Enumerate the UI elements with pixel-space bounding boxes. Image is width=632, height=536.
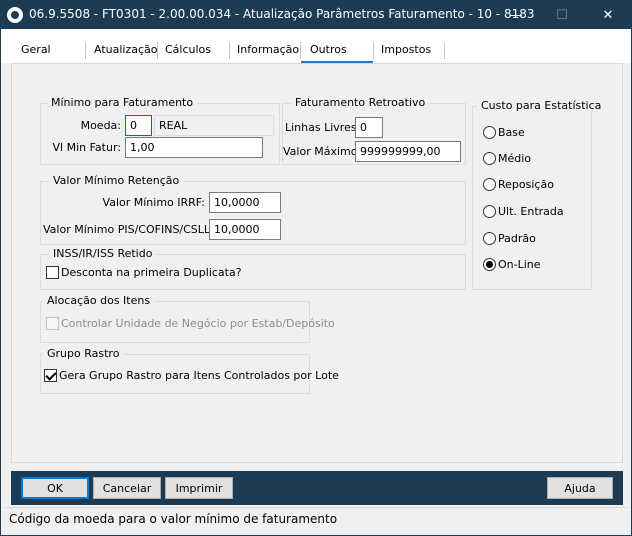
minimize-button[interactable]: —	[493, 1, 539, 29]
vl-min-fatur-input[interactable]: 1,00	[125, 137, 263, 158]
controlar-unidade-label: Controlar Unidade de Negócio por Estab/D…	[61, 317, 335, 330]
button-bar: OK Cancelar Imprimir Ajuda	[11, 471, 623, 505]
tab-separator	[444, 42, 445, 59]
tab-content-outros: Mínimo para Faturamento Moeda: 0 REAL Vl…	[11, 63, 623, 463]
linhas-livres-input[interactable]: 0	[355, 117, 383, 138]
radio-label-reposicao: Reposição	[498, 178, 554, 191]
ok-button[interactable]: OK	[21, 477, 89, 499]
group-grupo-rastro: Grupo Rastro Gera Grupo Rastro para Iten…	[40, 347, 339, 394]
vl-min-fatur-label: Vl Min Fatur:	[52, 141, 121, 154]
irrf-label: Valor Mínimo IRRF:	[102, 196, 205, 209]
radio-label-on-line: On-Line	[498, 258, 541, 271]
group-valor-minimo-retencao: Valor Mínimo Retenção Valor Mínimo IRRF:…	[40, 174, 466, 245]
radio-ult-entrada[interactable]	[483, 205, 496, 218]
tab-outros[interactable]: Outros	[310, 43, 347, 61]
group-alocacao-itens: Alocação dos Itens Controlar Unidade de …	[40, 294, 335, 343]
tab-separator	[229, 42, 230, 59]
tab-separator	[300, 42, 301, 59]
pis-cofins-csll-label: Valor Mínimo PIS/COFINS/CSLL:	[43, 223, 214, 236]
group-title: Valor Mínimo Retenção	[49, 174, 184, 187]
status-bar: Código da moeda para o valor mínimo de f…	[5, 507, 627, 531]
imprimir-button[interactable]: Imprimir	[165, 477, 233, 499]
group-title: Mínimo para Faturamento	[47, 96, 198, 109]
cancelar-button[interactable]: Cancelar	[93, 477, 161, 499]
controlar-unidade-checkbox[interactable]	[46, 317, 59, 330]
ajuda-button[interactable]: Ajuda	[547, 477, 613, 499]
radio-label-medio: Médio	[498, 152, 532, 165]
group-faturamento-retroativo: Faturamento Retroativo Linhas Livres: 0 …	[282, 96, 466, 165]
tab-impostos[interactable]: Impostos	[381, 43, 431, 61]
valor-maximo-label: Valor Máximo:	[283, 145, 362, 158]
tab-bar: Geral Atualização Cálculos Informação Ou…	[1, 29, 631, 63]
radio-base[interactable]	[483, 126, 496, 139]
tab-geral[interactable]: Geral	[21, 43, 51, 61]
radio-reposicao[interactable]	[483, 178, 496, 191]
main-window: 06.9.5508 - FT0301 - 2.00.00.034 - Atual…	[0, 0, 632, 536]
group-title: Grupo Rastro	[43, 347, 124, 360]
group-title: Alocação dos Itens	[43, 294, 155, 307]
moeda-input[interactable]: 0	[125, 115, 152, 136]
moeda-label: Moeda:	[80, 119, 121, 132]
irrf-input[interactable]: 10,0000	[209, 192, 281, 213]
group-custo-estatistica: Custo para Estatística Base Médio Reposi…	[472, 99, 606, 290]
moeda-description: REAL	[154, 115, 274, 136]
radio-on-line[interactable]	[483, 258, 496, 271]
gera-grupo-rastro-checkbox[interactable]	[44, 369, 57, 382]
group-inss-ir-iss: INSS/IR/ISS Retido Desconta na primeira …	[40, 247, 466, 290]
radio-label-base: Base	[498, 126, 525, 139]
radio-label-ult-entrada: Ult. Entrada	[498, 205, 564, 218]
valor-maximo-input[interactable]: 999999999,00	[355, 141, 461, 162]
tab-atualizacao[interactable]: Atualização	[94, 43, 158, 61]
close-button[interactable]: ✕	[585, 1, 631, 29]
group-title: INSS/IR/ISS Retido	[49, 247, 157, 260]
group-title: Custo para Estatística	[477, 99, 606, 112]
tab-separator	[157, 42, 158, 59]
tab-separator	[85, 42, 86, 59]
desconta-duplicata-checkbox[interactable]	[46, 266, 59, 279]
group-title: Faturamento Retroativo	[291, 96, 430, 109]
linhas-livres-label: Linhas Livres:	[285, 121, 361, 134]
tab-informacao[interactable]: Informação	[237, 43, 299, 61]
radio-label-padrao: Padrão	[498, 232, 536, 245]
tab-calculos[interactable]: Cálculos	[165, 43, 211, 61]
group-minimo-faturamento: Mínimo para Faturamento Moeda: 0 REAL Vl…	[40, 96, 280, 165]
app-logo-icon	[7, 7, 23, 23]
radio-medio[interactable]	[483, 152, 496, 165]
pis-cofins-csll-input[interactable]: 10,0000	[209, 219, 281, 240]
radio-padrao[interactable]	[483, 232, 496, 245]
window-title: 06.9.5508 - FT0301 - 2.00.00.034 - Atual…	[29, 7, 535, 21]
tab-separator	[373, 42, 374, 59]
title-bar: 06.9.5508 - FT0301 - 2.00.00.034 - Atual…	[1, 1, 631, 29]
maximize-button[interactable]: ☐	[539, 1, 585, 29]
desconta-duplicata-label: Desconta na primeira Duplicata?	[61, 266, 242, 279]
gera-grupo-rastro-label: Gera Grupo Rastro para Itens Controlados…	[59, 369, 339, 382]
